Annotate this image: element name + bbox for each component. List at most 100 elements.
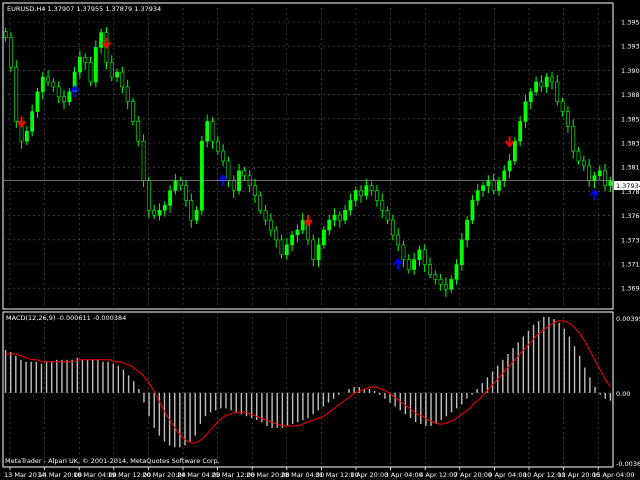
candle-body xyxy=(465,219,470,241)
price-tick-label: 1.39550 xyxy=(621,19,640,27)
candle-body xyxy=(83,56,88,63)
candle-body xyxy=(555,81,560,103)
candle-body xyxy=(141,140,146,181)
candle-body xyxy=(475,190,480,201)
candle-body xyxy=(481,185,485,191)
candle-body xyxy=(396,234,401,246)
candle-body xyxy=(146,180,151,211)
candle-body xyxy=(449,279,454,290)
candle-body xyxy=(512,140,517,162)
time-tick-label: 1 Apr 20:00 xyxy=(350,471,388,479)
candle-body xyxy=(438,279,443,285)
candle-body xyxy=(608,180,613,186)
candle-body xyxy=(576,150,581,162)
price-tick-label: 1.38585 xyxy=(621,115,640,123)
candle-body xyxy=(157,209,162,216)
candle-body xyxy=(369,185,374,191)
price-tick-label: 1.38105 xyxy=(621,164,640,172)
candle-body xyxy=(454,264,459,280)
candle-body xyxy=(592,175,597,181)
candle-body xyxy=(30,111,35,132)
candle-body xyxy=(528,91,533,103)
candle-body xyxy=(534,81,538,93)
macd-axis-zero: 0.00 xyxy=(616,390,630,398)
candle-body xyxy=(290,234,294,246)
candle-body xyxy=(268,219,273,231)
candle-body xyxy=(390,219,395,236)
candle-body xyxy=(215,140,220,152)
candle-body xyxy=(258,195,263,211)
candle-body xyxy=(210,121,215,142)
candle-body xyxy=(507,160,512,172)
price-tick-label: 1.36900 xyxy=(621,285,640,293)
candle-body xyxy=(3,31,8,38)
candle-body xyxy=(433,274,438,280)
candle-body xyxy=(348,200,353,211)
time-tick-label: 9 Apr 04:00 xyxy=(488,471,526,479)
candle-body xyxy=(189,200,194,221)
candle-body xyxy=(109,61,114,78)
candle-body xyxy=(274,229,279,241)
price-tick-label: 1.38830 xyxy=(621,91,640,99)
candle-body xyxy=(40,76,45,93)
candle-body xyxy=(131,101,135,122)
copyright-text: MetaTrader - Alpari UK, © 2001-2014, Met… xyxy=(5,457,220,465)
candle-body xyxy=(35,91,40,112)
current-price-label: 1.37934 xyxy=(616,182,640,190)
candle-body xyxy=(343,209,348,221)
candle-body xyxy=(587,165,592,181)
trading-chart[interactable]: EURUSD,H4 1.37907 1.37955 1.37879 1.3793… xyxy=(0,0,640,480)
candle-body xyxy=(550,76,554,83)
candle-body xyxy=(353,190,358,201)
candle-body xyxy=(221,150,226,162)
candle-body xyxy=(428,264,432,275)
candle-body xyxy=(518,121,523,142)
candle-body xyxy=(125,86,130,103)
candle-body xyxy=(78,56,82,73)
candle-body xyxy=(115,71,119,78)
candle-body xyxy=(24,131,29,142)
candle-body xyxy=(184,185,188,201)
price-tick-label: 1.38345 xyxy=(621,140,640,148)
candle-body xyxy=(168,190,172,206)
candle-body xyxy=(62,96,66,103)
candle-body xyxy=(603,170,607,186)
candle-body xyxy=(263,209,268,221)
candle-body xyxy=(316,244,321,260)
candle-body xyxy=(597,170,602,177)
candle-body xyxy=(295,229,300,236)
candle-body xyxy=(364,185,369,196)
macd-axis-bottom: -0.003607 xyxy=(616,460,640,468)
candle-body xyxy=(300,219,305,231)
candle-body xyxy=(380,200,385,211)
candle-body xyxy=(173,180,178,191)
price-tick-label: 1.37620 xyxy=(621,212,640,220)
candle-body xyxy=(560,101,565,112)
candle-body xyxy=(497,180,501,191)
time-tick-label: 15 Apr 04:00 xyxy=(592,471,634,479)
candle-body xyxy=(200,140,204,211)
candle-body xyxy=(417,249,422,260)
candle-body xyxy=(491,180,496,191)
candle-body xyxy=(51,81,56,88)
candle-body xyxy=(56,86,61,98)
candle-body xyxy=(178,180,183,186)
candle-body xyxy=(422,249,427,265)
time-tick-label: 4 Apr 12:00 xyxy=(419,471,457,479)
price-tick-label: 1.39070 xyxy=(621,67,640,75)
candle-body xyxy=(486,180,491,186)
candle-body xyxy=(322,229,326,246)
candle-body xyxy=(88,61,93,83)
candle-body xyxy=(67,91,72,103)
candle-body xyxy=(406,259,411,270)
candle-body xyxy=(226,160,231,181)
candle-body xyxy=(539,81,544,88)
candle-body xyxy=(231,180,236,191)
candle-body xyxy=(327,219,332,231)
time-tick-label: 7 Apr 20:00 xyxy=(454,471,492,479)
candle-body xyxy=(337,214,342,221)
candle-body xyxy=(205,121,210,142)
candle-body xyxy=(581,160,586,167)
candle-body xyxy=(566,111,570,127)
candle-body xyxy=(93,47,98,83)
